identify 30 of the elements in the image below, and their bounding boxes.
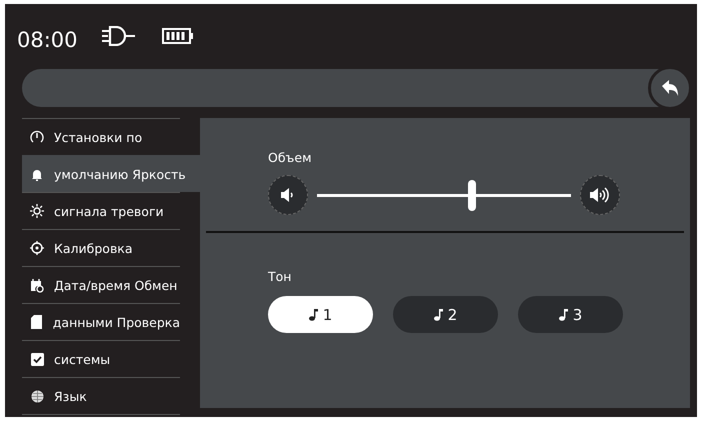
menu-item[interactable]: сигнала тревоги — [22, 192, 180, 229]
crosshair-icon — [30, 241, 44, 255]
menu-item[interactable]: системы — [22, 340, 180, 377]
volume-down-button[interactable] — [268, 175, 308, 215]
battery-icon — [162, 28, 194, 44]
sun-icon — [30, 204, 44, 218]
menu-item[interactable]: Язык — [22, 377, 180, 414]
menu-item[interactable]: Калибровка — [22, 229, 180, 266]
checkbox-icon — [30, 352, 44, 366]
calendar-clock-icon — [30, 278, 44, 292]
menu-item[interactable]: умолчанию Яркость — [22, 155, 200, 192]
tone-label: Тон — [268, 269, 292, 284]
clock-time: 08:00 — [17, 28, 78, 52]
music-note-icon — [434, 308, 443, 321]
back-arrow-icon — [661, 79, 679, 97]
bell-icon — [31, 168, 43, 180]
music-note-icon — [308, 308, 318, 321]
menu-item[interactable]: данными Проверка — [22, 303, 180, 340]
globe-icon — [30, 390, 44, 402]
music-note-icon — [558, 308, 568, 321]
slider-thumb[interactable] — [468, 180, 476, 210]
sd-card-icon — [30, 315, 42, 329]
speaker-high-icon — [589, 186, 611, 204]
volume-label: Объем — [268, 150, 312, 165]
tone-button[interactable]: 3 — [518, 296, 623, 333]
tone-button[interactable]: 2 — [393, 296, 498, 333]
volume-up-button[interactable] — [580, 175, 620, 215]
gauge-icon — [30, 130, 44, 144]
menu-item[interactable]: Дата/время Обмен — [22, 266, 180, 303]
tone-button[interactable]: 1 — [268, 296, 373, 333]
